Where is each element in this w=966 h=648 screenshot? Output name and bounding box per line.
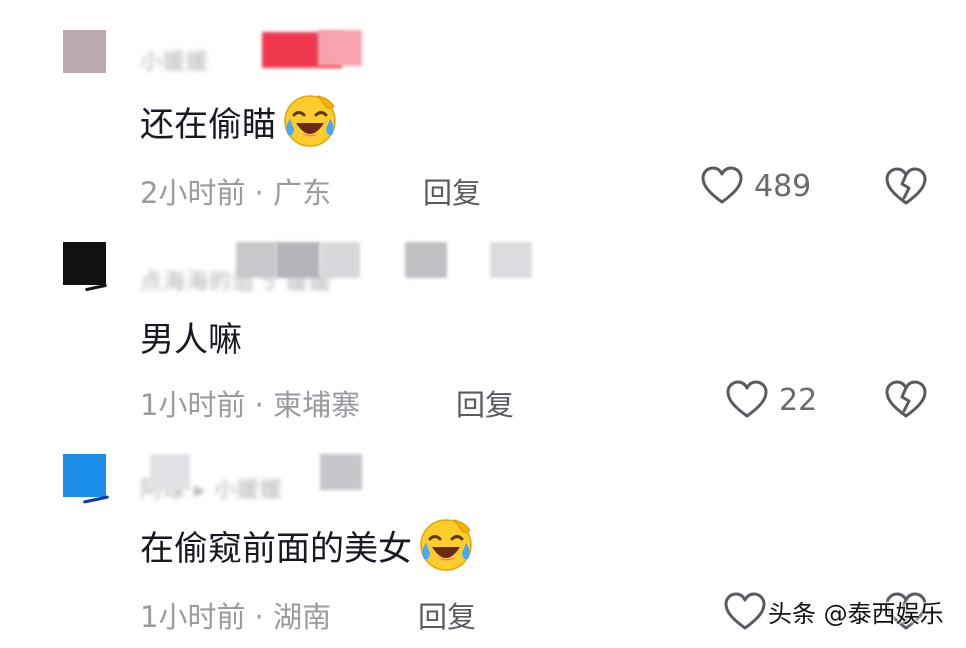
like-button[interactable]: 489 <box>700 166 811 206</box>
reply-button[interactable]: 回复 <box>423 170 481 212</box>
like-count: 489 <box>754 168 812 204</box>
avatar-mark <box>82 495 110 504</box>
censor-block <box>236 242 276 278</box>
like-button[interactable]: 22 <box>725 380 817 420</box>
censor-block <box>276 242 320 278</box>
laughing-crying-emoji-icon <box>284 95 336 147</box>
censor-block <box>490 242 532 278</box>
reply-button[interactable]: 回复 <box>456 382 514 424</box>
avatar[interactable] <box>63 242 108 292</box>
avatar[interactable] <box>63 454 110 504</box>
heart-icon <box>701 166 743 204</box>
reply-button[interactable]: 回复 <box>418 594 476 636</box>
comment-time-location: 1小时前 · 湖南 <box>140 600 332 634</box>
heart-icon <box>726 380 768 418</box>
censor-block <box>150 454 190 490</box>
avatar-mark <box>84 283 108 292</box>
comment-text: 还在偷瞄 <box>140 104 276 145</box>
avatar[interactable] <box>63 30 106 73</box>
comment-content: 还在偷瞄 <box>140 93 338 149</box>
censor-badge <box>318 30 362 66</box>
comment-item: 点海海的追ㄋ 媛媛 男人嘛 1小时前 · 柬埔寨 回复 22 <box>0 212 966 424</box>
comment-time-location: 2小时前 · 广东 <box>140 176 332 210</box>
watermark: 头条 @泰西娱乐 <box>768 600 944 628</box>
broken-heart-icon[interactable] <box>884 380 928 420</box>
like-count: 22 <box>779 382 818 418</box>
comment-content: 男人嘛 <box>140 312 242 361</box>
comment-time-location: 1小时前 · 柬埔寨 <box>140 388 361 422</box>
censor-block <box>320 242 360 278</box>
censor-block <box>405 242 447 278</box>
heart-icon <box>724 592 766 630</box>
username[interactable]: 小媛媛 <box>140 44 209 76</box>
laughing-crying-emoji-icon <box>420 519 472 571</box>
comment-text: 男人嘛 <box>140 320 242 360</box>
comment-content: 在偷窥前面的美女 <box>140 517 474 573</box>
comment-text: 在偷窥前面的美女 <box>140 528 412 569</box>
comment-item: 小媛媛 还在偷瞄 2小时前 · 广东 回复 489 <box>0 0 966 212</box>
broken-heart-icon[interactable] <box>884 167 928 207</box>
censor-block <box>320 454 362 490</box>
